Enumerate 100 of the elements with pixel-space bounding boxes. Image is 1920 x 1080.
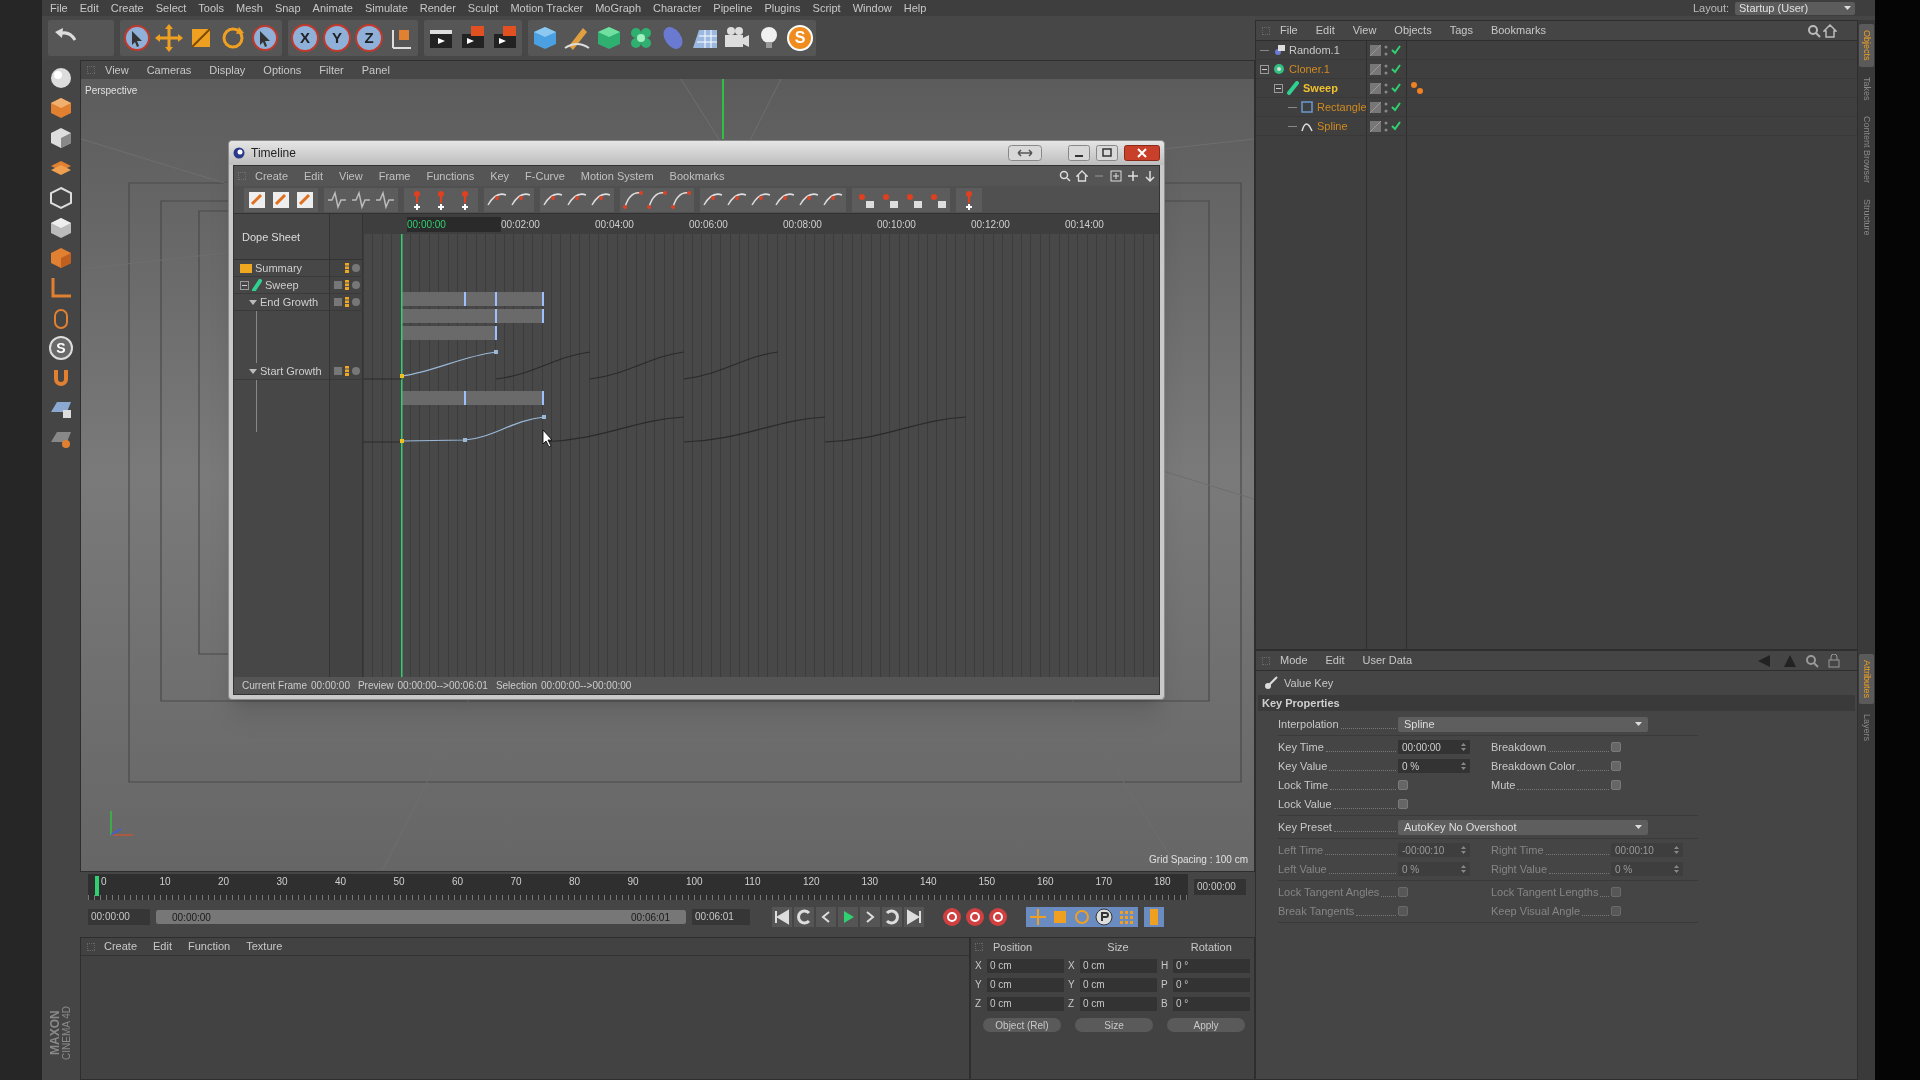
layer-swatch-icon[interactable] bbox=[1370, 120, 1381, 132]
side-tab[interactable]: Content Browser bbox=[1859, 110, 1874, 190]
cursor-icon[interactable] bbox=[251, 24, 279, 52]
menu-item[interactable]: Mesh bbox=[230, 1, 269, 15]
menu-item[interactable]: Filter bbox=[311, 61, 352, 79]
animation-curve[interactable] bbox=[400, 350, 546, 443]
cube-icon[interactable] bbox=[49, 216, 73, 240]
grip-icon[interactable] bbox=[238, 172, 246, 180]
menu-item[interactable]: Edit bbox=[297, 167, 330, 185]
menu-item[interactable]: Tags bbox=[1441, 22, 1481, 39]
checker-cube-icon[interactable] bbox=[49, 126, 73, 150]
coordinate-field[interactable]: 0 cm bbox=[1079, 977, 1157, 992]
visibility-dots-icon[interactable] bbox=[1384, 101, 1388, 113]
coordinate-field[interactable]: 0 ° bbox=[1172, 996, 1250, 1011]
badge-icon[interactable]: S bbox=[49, 336, 73, 360]
maximize-icon[interactable] bbox=[1096, 145, 1118, 161]
menu-item[interactable]: Select bbox=[149, 1, 193, 15]
number-field[interactable]: 00:00:00 bbox=[1398, 740, 1470, 754]
record-auto-icon[interactable] bbox=[965, 907, 985, 927]
solo-dot-icon[interactable] bbox=[352, 281, 360, 289]
menu-item[interactable]: Window bbox=[846, 1, 898, 15]
cube-icon[interactable] bbox=[49, 246, 73, 270]
coordinate-field[interactable]: 0 ° bbox=[1172, 977, 1250, 992]
layout-dropdown[interactable]: Startup (User) bbox=[1735, 1, 1855, 15]
help-keys-icon[interactable] bbox=[988, 907, 1008, 927]
object-name[interactable]: Cloner.1 bbox=[1289, 60, 1330, 78]
move-icon[interactable] bbox=[1127, 170, 1139, 182]
axis-lock-button[interactable]: Y bbox=[323, 24, 351, 52]
current-time-field[interactable]: 00:00:00 bbox=[1194, 879, 1246, 895]
menu-item[interactable]: Mode bbox=[1272, 652, 1316, 669]
expand-box-icon[interactable] bbox=[1110, 170, 1122, 182]
down-arrow-icon[interactable] bbox=[1144, 170, 1156, 182]
frame-ruler[interactable]: 0 10 20 30 40 50 60 70 80 90 100 110 120 130 140 150 160 170 180 bbox=[88, 874, 1188, 900]
menu-item[interactable]: Objects bbox=[1386, 22, 1440, 39]
menu-item[interactable]: Edit bbox=[146, 938, 179, 955]
sphere-icon[interactable] bbox=[49, 66, 73, 90]
side-tab[interactable]: Attributes bbox=[1859, 654, 1874, 705]
minimize-icon[interactable] bbox=[1068, 145, 1090, 161]
animation-bar-icon[interactable] bbox=[345, 297, 349, 307]
lock-toggle-icon[interactable] bbox=[334, 298, 342, 306]
solo-dot-icon[interactable] bbox=[352, 298, 360, 306]
menu-item[interactable]: File bbox=[44, 1, 74, 15]
end-time-field[interactable]: 00:06:01 bbox=[692, 909, 750, 925]
menu-item[interactable]: Snap bbox=[268, 1, 307, 15]
resize-arrows-icon[interactable] bbox=[1008, 145, 1042, 161]
coordinate-field[interactable]: 0 cm bbox=[986, 996, 1064, 1011]
menu-item[interactable]: Panel bbox=[353, 61, 398, 79]
loop-icon[interactable] bbox=[882, 907, 902, 927]
coordinate-field[interactable]: 0 ° bbox=[1172, 958, 1250, 973]
size-dropdown[interactable]: Size bbox=[1075, 1018, 1153, 1032]
menu-item[interactable]: View bbox=[332, 167, 370, 185]
collapse-icon[interactable] bbox=[240, 280, 249, 290]
layer-swatch-icon[interactable] bbox=[1370, 82, 1381, 94]
expanded-arrow-icon[interactable] bbox=[249, 298, 257, 306]
menu-item[interactable]: Functions bbox=[419, 167, 482, 185]
search-icon[interactable] bbox=[1059, 170, 1071, 182]
visibility-dots-icon[interactable] bbox=[1384, 120, 1388, 132]
apply-button[interactable]: Apply bbox=[1167, 1018, 1245, 1032]
checkbox[interactable] bbox=[1398, 799, 1408, 809]
side-tab[interactable]: Layers bbox=[1859, 708, 1874, 748]
key-range-bar[interactable] bbox=[402, 292, 543, 405]
axis-lock-button[interactable]: Z bbox=[355, 24, 383, 52]
visibility-dots-icon[interactable] bbox=[1384, 63, 1388, 75]
menu-item[interactable]: Create bbox=[104, 1, 150, 15]
lock-toggle-icon[interactable] bbox=[334, 281, 342, 289]
slope-icon[interactable] bbox=[670, 188, 692, 211]
solo-dot-icon[interactable] bbox=[352, 367, 360, 375]
menu-item[interactable]: Simulate bbox=[358, 1, 414, 15]
track-name[interactable]: End Growth bbox=[260, 293, 319, 311]
search-icon[interactable] bbox=[1805, 653, 1819, 668]
menu-item[interactable]: Tools bbox=[192, 1, 230, 15]
keyframe-marker[interactable] bbox=[464, 292, 544, 405]
skip-start-icon[interactable] bbox=[772, 907, 792, 927]
menu-item[interactable]: Display bbox=[201, 61, 254, 79]
track-name[interactable]: Sweep bbox=[265, 276, 299, 294]
menu-item[interactable]: Animate bbox=[306, 1, 359, 15]
menu-item[interactable]: Options bbox=[255, 61, 310, 79]
menu-item[interactable]: Edit bbox=[73, 1, 105, 15]
cursor-icon[interactable] bbox=[123, 24, 151, 52]
menu-item[interactable]: Character bbox=[647, 1, 708, 15]
home-icon[interactable] bbox=[1076, 170, 1088, 182]
menu-item[interactable]: MoGraph bbox=[589, 1, 648, 15]
visibility-dots-icon[interactable] bbox=[1384, 82, 1388, 94]
coordinate-field[interactable]: 0 cm bbox=[1079, 996, 1157, 1011]
object-name[interactable]: Rectangle bbox=[1317, 98, 1367, 116]
skip-end-icon[interactable] bbox=[904, 907, 924, 927]
p-circle-icon[interactable] bbox=[1094, 907, 1114, 927]
side-tab[interactable]: Objects bbox=[1859, 24, 1874, 67]
track-name[interactable]: Summary bbox=[255, 259, 303, 277]
menu-item[interactable]: Cameras bbox=[138, 61, 200, 79]
checkbox[interactable] bbox=[1611, 761, 1621, 771]
menu-item[interactable]: Edit bbox=[1307, 22, 1343, 39]
menu-item[interactable]: Bookmarks bbox=[662, 167, 732, 185]
keyframe-tag-icon[interactable] bbox=[1410, 81, 1424, 95]
menu-item[interactable]: Edit bbox=[1317, 652, 1353, 669]
menu-item[interactable]: Sculpt bbox=[461, 1, 505, 15]
axis-icon[interactable] bbox=[49, 276, 73, 300]
animation-bar-icon[interactable] bbox=[345, 280, 349, 290]
layer-swatch-icon[interactable] bbox=[1370, 101, 1381, 113]
menu-item[interactable]: Plugins bbox=[758, 1, 807, 15]
